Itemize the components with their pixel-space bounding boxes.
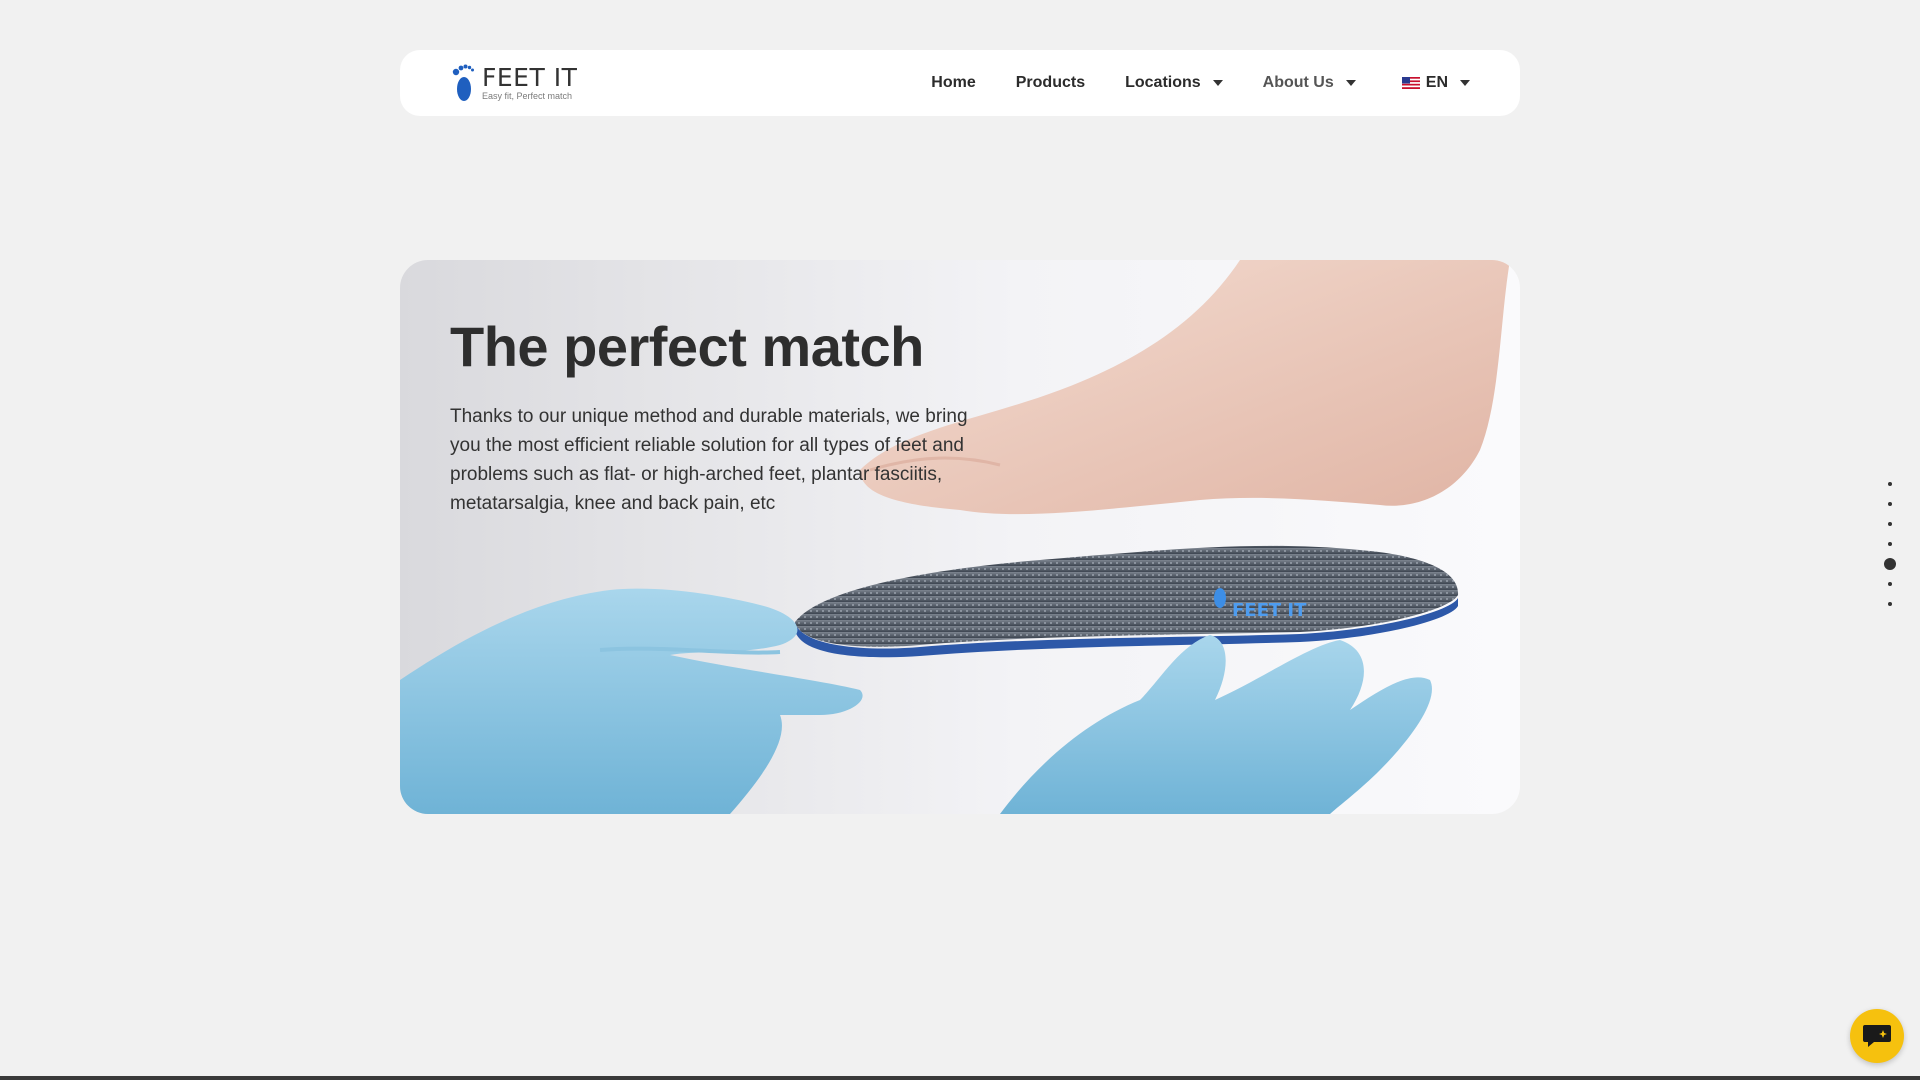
nav-products[interactable]: Products [1016, 74, 1085, 92]
logo[interactable]: FEET IT Easy fit, Perfect match [450, 63, 577, 103]
hero-banner: FEET IT The perfect match Thanks to our … [400, 260, 1520, 814]
brand-name: FEET IT [482, 63, 578, 92]
nav-products-label: Products [1015, 74, 1086, 91]
navbar: FEET IT Easy fit, Perfect match Home Pro… [400, 50, 1520, 116]
pagination-dot[interactable] [1888, 522, 1892, 526]
language-label: EN [1425, 74, 1448, 91]
nav-locations[interactable]: Locations [1125, 74, 1223, 92]
page: FEET IT Easy fit, Perfect match Home Pro… [0, 0, 1920, 1080]
caret-down-icon [1212, 80, 1223, 86]
hero-description: Thanks to our unique method and durable … [450, 406, 968, 514]
us-flag-icon [1401, 77, 1420, 89]
language-selector[interactable]: EN [1401, 74, 1470, 92]
nav-about-us[interactable]: About Us [1263, 74, 1356, 92]
hero-title: The perfect match [450, 315, 924, 378]
chat-button[interactable] [1850, 1009, 1904, 1063]
bottom-divider [0, 1076, 1920, 1080]
pagination-dot[interactable] [1888, 502, 1892, 506]
caret-down-icon [1345, 80, 1356, 86]
nav-about-us-label: About Us [1262, 74, 1334, 91]
chat-icon [1863, 1025, 1891, 1047]
pagination-dot[interactable] [1888, 482, 1892, 486]
insole-brand-print: FEET IT [1232, 600, 1307, 621]
pagination-dot[interactable] [1888, 602, 1892, 606]
nav-locations-label: Locations [1125, 74, 1201, 91]
nav-home[interactable]: Home [931, 74, 975, 92]
nav-home-label: Home [931, 74, 976, 91]
pagination-dot-active[interactable] [1884, 558, 1896, 570]
section-pagination [1882, 474, 1898, 614]
caret-down-icon [1460, 80, 1470, 86]
brand-tagline: Easy fit, Perfect match [482, 91, 573, 101]
nav-links: Home Products Locations About Us EN [891, 74, 1470, 92]
pagination-dot[interactable] [1888, 542, 1892, 546]
pagination-dot[interactable] [1888, 582, 1892, 586]
footprint-logo-icon [452, 64, 474, 101]
